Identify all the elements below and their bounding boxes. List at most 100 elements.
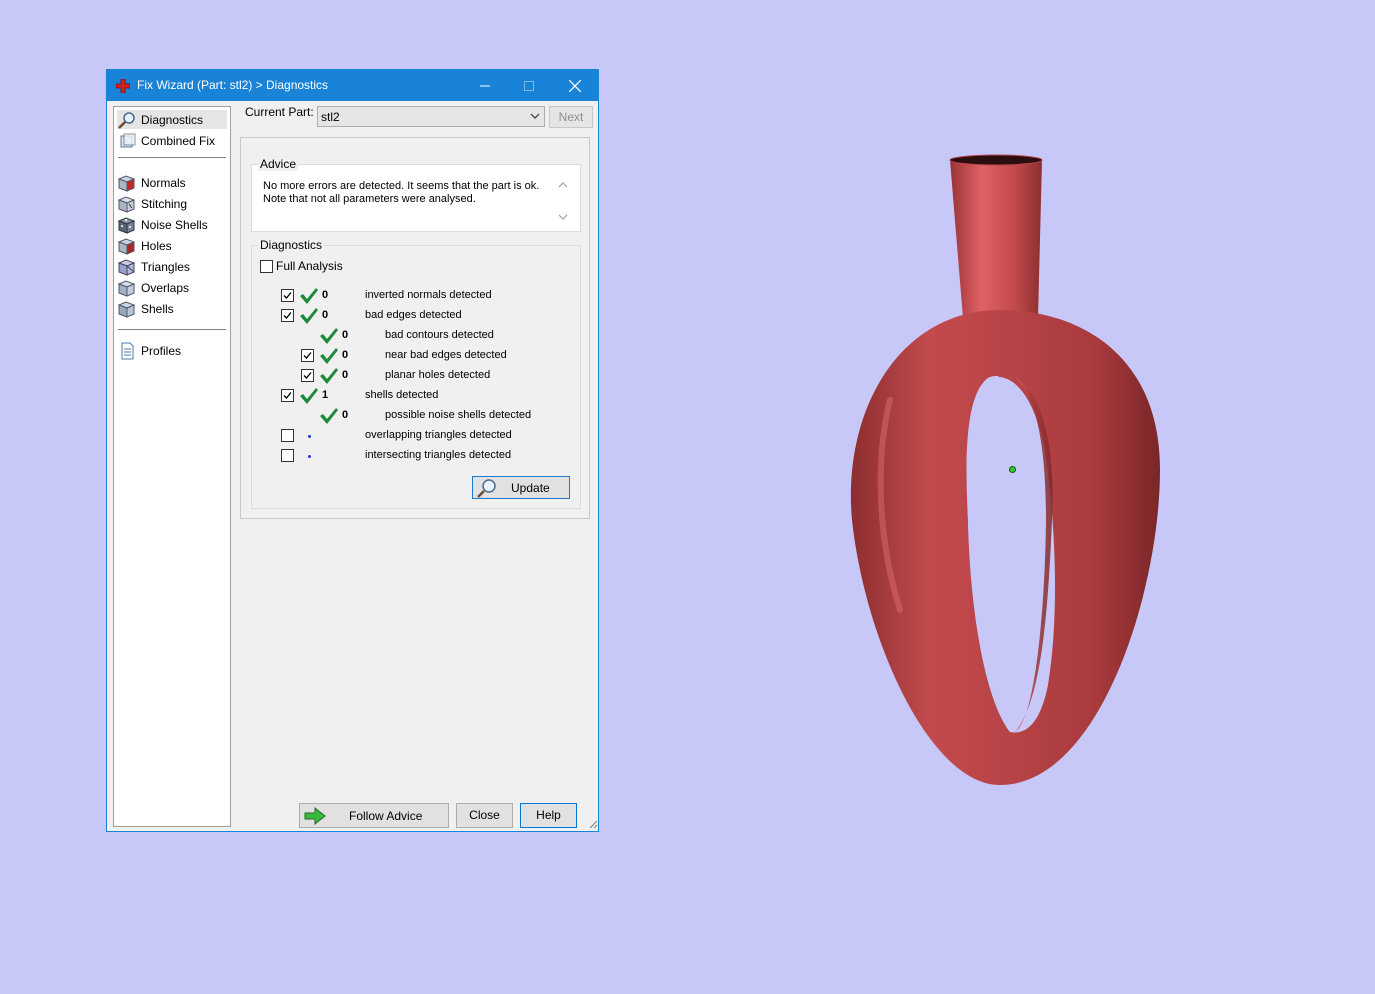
diagnostic-checkbox[interactable] [301,369,314,382]
diagnostic-row: 1 shells detected [252,386,580,406]
help-button[interactable]: Help [520,803,577,828]
checkmark-icon [283,312,292,319]
arrow-right-icon [304,806,326,826]
green-check-icon [320,348,338,364]
diagnostic-checkbox[interactable] [281,449,294,462]
diagnostic-row: intersecting triangles detected [252,446,580,466]
diagnostic-label: inverted normals detected [365,289,492,301]
window-title: Fix Wizard (Part: stl2) > Diagnostics [137,78,329,92]
close-window-button[interactable] [552,70,598,101]
app-cross-icon [116,79,130,93]
diagnostic-checkbox[interactable] [281,309,294,322]
nav-label: Profiles [141,343,182,358]
diagnostic-checkbox[interactable] [301,349,314,362]
diagnostic-row: 0 near bad edges detected [252,346,580,366]
advice-title: Advice [258,157,299,171]
nav-item-normals[interactable]: Normals [117,173,227,192]
nav-item-noise-shells[interactable]: Noise Shells [117,215,227,234]
diagnostic-count: 0 [342,409,349,421]
pending-dot-icon [308,455,311,458]
cube-stack-icon [120,133,136,147]
nav-label: Holes [141,238,172,253]
diagnostic-row: 0 bad edges detected [252,306,580,326]
nav-label: Diagnostics [141,112,204,127]
title-bar[interactable]: Fix Wizard (Part: stl2) > Diagnostics [107,70,598,101]
diagnostic-label: planar holes detected [385,369,491,381]
maximize-button [506,70,552,101]
nav-item-shells[interactable]: Shells [117,299,227,318]
nav-item-holes[interactable]: Holes [117,236,227,255]
nav-label: Combined Fix [141,133,216,148]
advice-scrollbar[interactable] [556,177,570,225]
full-analysis-checkbox[interactable]: Full Analysis [260,259,343,273]
green-check-icon [300,288,318,304]
diagnostic-checkbox[interactable] [281,429,294,442]
nav-label: Overlaps [141,280,190,295]
diagnostic-label: shells detected [365,389,439,401]
checkmark-icon [303,372,312,379]
magnifier-icon [118,111,135,129]
current-part-select[interactable]: stl2 [317,106,545,127]
green-check-icon [320,368,338,384]
nav-divider [118,329,226,330]
next-button[interactable]: Next [549,106,593,128]
overlaps-cube-icon [117,279,136,297]
diagnostic-count: 0 [342,329,349,341]
diagnostic-label: bad contours detected [385,329,494,341]
diagnostics-panel: No more errors are detected. It seems th… [240,137,590,519]
diagnostic-label: near bad edges detected [385,349,507,361]
noise-shells-icon [117,216,136,234]
nav-divider [118,157,226,158]
diagnostic-row: 0 inverted normals detected [252,286,580,306]
advice-line: No more errors are detected. It seems th… [263,180,540,192]
part-model-3d[interactable] [820,140,1180,800]
advice-textbox[interactable]: No more errors are detected. It seems th… [252,165,580,231]
diagnostic-count: 0 [342,369,349,381]
checkbox-box[interactable] [260,259,273,273]
advice-group: No more errors are detected. It seems th… [251,157,581,232]
diagnostic-row: 0 planar holes detected [252,366,580,386]
full-analysis-label: Full Analysis [276,259,343,273]
checkmark-icon [283,292,292,299]
minimize-button[interactable] [462,70,508,101]
advice-line: Note that not all parameters were analys… [263,193,476,205]
pending-dot-icon [308,435,311,438]
resize-grip-icon[interactable] [588,819,598,829]
green-check-icon [300,388,318,404]
diagnostic-row: overlapping triangles detected [252,426,580,446]
normals-cube-icon [117,174,136,192]
green-check-icon [320,328,338,344]
nav-item-triangles[interactable]: Triangles [117,257,227,276]
diagnostic-count: 1 [322,389,329,401]
close-icon [569,79,581,92]
nav-item-diagnostics[interactable]: Diagnostics [117,110,227,129]
diagnostics-group: Diagnostics Full Analysis 0 inverted norm… [251,238,581,509]
maximize-icon [524,80,534,91]
diagnostic-checkbox[interactable] [281,289,294,302]
triangles-cube-icon [117,258,136,276]
follow-advice-label: Follow Advice [349,809,423,823]
update-button[interactable]: Update [472,476,570,499]
nav-item-combined-fix[interactable]: Combined Fix [117,131,227,150]
diagnostic-row: 0 bad contours detected [252,326,580,346]
nav-item-overlaps[interactable]: Overlaps [117,278,227,297]
current-part-label: Current Part: [245,105,314,119]
diagnostic-count: 0 [322,289,329,301]
nav-label: Noise Shells [141,217,208,232]
follow-advice-button[interactable]: Follow Advice [299,803,449,828]
diagnostic-label: overlapping triangles detected [365,429,512,441]
rotation-pivot-marker[interactable] [1009,466,1016,473]
diagnostic-label: bad edges detected [365,309,462,321]
wizard-nav: Diagnostics Combined Fix Normals Stitchi… [113,106,231,827]
magnifier-icon [477,479,496,498]
nav-item-stitching[interactable]: Stitching [117,194,227,213]
nav-item-profiles[interactable]: Profiles [117,341,227,360]
nav-label: Stitching [141,196,188,211]
current-part-value: stl2 [321,110,340,124]
shells-cube-icon [117,300,136,318]
diagnostic-checkbox[interactable] [281,389,294,402]
close-button[interactable]: Close [456,803,513,828]
green-check-icon [300,308,318,324]
green-check-icon [320,408,338,424]
document-icon [121,342,134,359]
